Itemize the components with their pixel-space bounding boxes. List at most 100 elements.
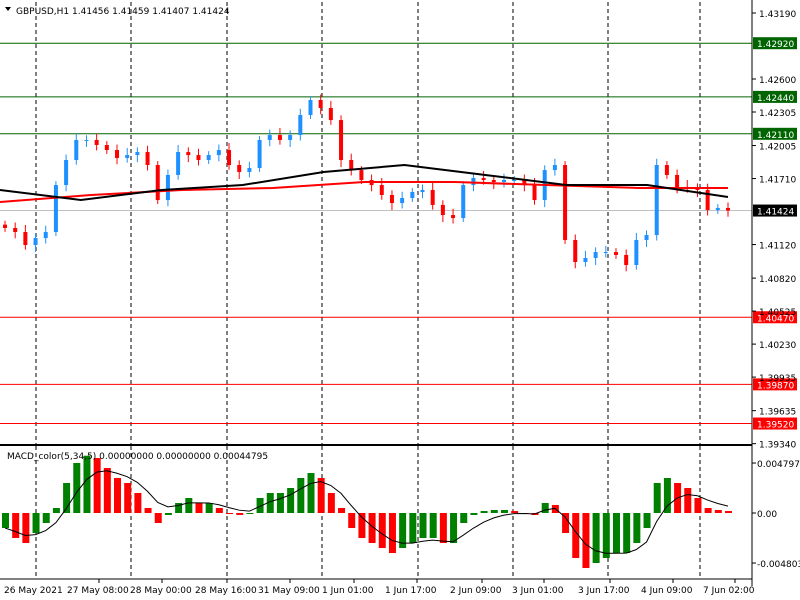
candle-body — [84, 139, 89, 141]
candle-body — [155, 165, 160, 201]
macd-bar — [114, 477, 122, 513]
price-tick-label: 1.39340 — [759, 441, 796, 451]
macd-tick-label: -0.004803 — [757, 560, 800, 570]
macd-bar — [511, 511, 519, 513]
price-tick-label: 1.41120 — [759, 242, 796, 252]
macd-bar — [602, 513, 610, 559]
macd-bar — [124, 482, 132, 513]
time-label: 3 Jun 17:00 — [578, 586, 630, 596]
macd-bar — [612, 513, 620, 554]
candle-body — [410, 191, 415, 199]
time-label: 4 Jun 09:00 — [641, 586, 693, 596]
candle-body — [644, 235, 649, 240]
price-tick-label: 1.42005 — [759, 143, 796, 153]
candle-body — [308, 100, 313, 116]
price-tick-label: 1.39935 — [759, 374, 796, 384]
candle-body — [481, 177, 486, 181]
price-chart[interactable]: 1.429201.424401.421101.404701.398701.395… — [0, 0, 800, 600]
grid-lines — [35, 2, 701, 578]
candle-body — [634, 239, 639, 266]
macd-bar — [409, 513, 417, 544]
macd-bar — [317, 477, 325, 513]
macd-bar — [195, 502, 203, 513]
candle-body — [491, 180, 496, 183]
candle-body — [216, 150, 221, 156]
time-label: 2 Jun 09:00 — [450, 586, 502, 596]
macd-tick-label: 0.0047972 — [757, 460, 800, 470]
candle-body — [53, 185, 58, 233]
candle-body — [389, 194, 394, 204]
macd-pane — [2, 455, 732, 569]
macd-bar — [541, 502, 549, 513]
candle-body — [247, 168, 252, 172]
candle-body — [532, 185, 537, 201]
candle-body — [288, 135, 293, 140]
macd-bar — [562, 513, 570, 534]
candle-body — [176, 152, 181, 175]
macd-bar — [725, 511, 732, 513]
macd-bar — [246, 513, 254, 514]
price-tick-label: 1.40525 — [759, 308, 796, 318]
time-label: 7 Jun 02:00 — [703, 586, 755, 596]
macd-bar — [714, 509, 722, 513]
candle-body — [94, 139, 99, 145]
macd-bar — [480, 511, 488, 513]
candle-body — [257, 139, 262, 169]
candle-body — [613, 252, 618, 255]
price-tick-label: 1.39635 — [759, 408, 796, 418]
macd-bar — [653, 482, 661, 513]
candle-body — [400, 198, 405, 204]
candle-body — [461, 185, 466, 219]
candle-body — [420, 189, 425, 192]
macd-label: MACD_color(5,34,5) 0.00000000 0.00000000… — [7, 452, 268, 462]
macd-bar — [83, 455, 91, 513]
time-label: 31 May 09:00 — [258, 586, 320, 596]
macd-bar — [704, 507, 712, 513]
level-label: 1.42110 — [757, 131, 794, 141]
candle-body — [430, 189, 435, 205]
macd-bar — [297, 477, 305, 513]
macd-bar — [450, 513, 458, 544]
candle-body — [135, 152, 140, 156]
candle-body — [115, 150, 120, 158]
macd-bar — [460, 513, 468, 524]
macd-bar — [663, 477, 671, 513]
macd-bar — [154, 513, 162, 524]
candle-body — [339, 120, 344, 160]
time-label: 3 Jun 01:00 — [512, 586, 564, 596]
price-tick-label: 1.40230 — [759, 341, 796, 351]
level-label: 1.39520 — [757, 421, 794, 431]
candle-body — [593, 252, 598, 258]
moving-averages — [0, 164, 729, 204]
macd-bar — [12, 513, 20, 539]
horizontal-levels — [0, 42, 752, 425]
macd-bar — [348, 513, 356, 529]
candle-body — [501, 180, 506, 183]
candle-body — [165, 174, 170, 201]
candle-body — [196, 155, 201, 160]
macd-bar — [623, 513, 631, 554]
chart-header[interactable]: GBPUSD,H1 1.41456 1.41459 1.41407 1.4142… — [5, 7, 230, 17]
macd-bar — [307, 472, 315, 513]
candle-body — [512, 180, 517, 182]
macd-bar — [338, 507, 346, 513]
candle-body — [726, 207, 730, 211]
time-label: 26 May 2021 — [4, 586, 63, 596]
price-tick-label: 1.40820 — [759, 275, 796, 285]
dropdown-triangle-icon[interactable] — [5, 7, 11, 11]
macd-bar — [42, 513, 50, 524]
current-price-label: 1.41424 — [757, 208, 794, 218]
candle-body — [125, 155, 130, 158]
candle-body — [104, 144, 109, 151]
macd-bar — [215, 507, 223, 513]
candle-body — [186, 152, 191, 156]
macd-bar — [582, 513, 590, 569]
macd-tick-label: 0.00 — [757, 510, 777, 520]
candle-body — [471, 177, 476, 186]
macd-bar — [2, 513, 9, 529]
macd-bar — [144, 507, 152, 513]
macd-bar — [643, 513, 651, 529]
macd-bar — [236, 513, 244, 515]
candle-body — [664, 165, 669, 175]
macd-bar — [93, 457, 101, 513]
